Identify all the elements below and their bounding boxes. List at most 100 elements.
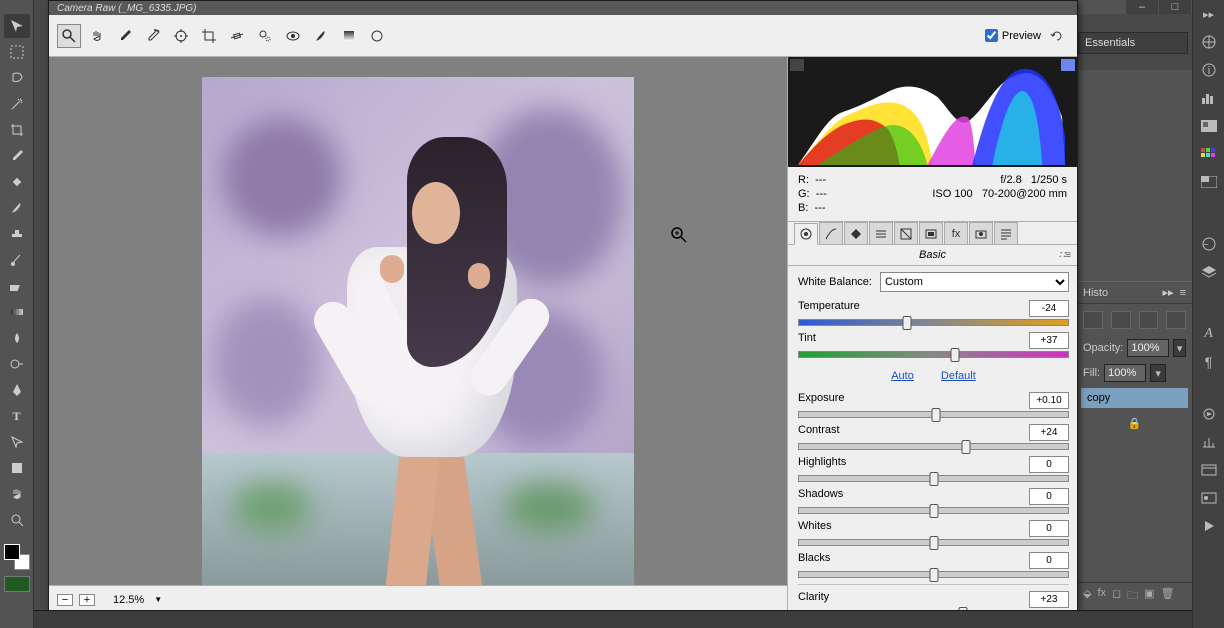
contrast-value[interactable] (1029, 424, 1069, 441)
kuler-icon[interactable] (1197, 430, 1221, 454)
highlights-thumb[interactable] (929, 472, 938, 486)
color-swatch[interactable] (4, 544, 30, 570)
channel-panel-icon[interactable] (1166, 311, 1186, 329)
highlights-value[interactable] (1029, 456, 1069, 473)
wb-select[interactable]: Custom (880, 272, 1069, 292)
properties-icon[interactable] (1197, 458, 1221, 482)
mask-icon[interactable]: ◻ (1112, 587, 1121, 606)
histogram-icon[interactable] (1197, 86, 1221, 110)
eraser-tool-icon[interactable] (4, 274, 30, 298)
fx-tab[interactable]: fx (944, 222, 968, 244)
link-layers-icon[interactable]: ⬙ (1083, 587, 1091, 606)
crop-icon[interactable] (197, 24, 221, 48)
wand-tool-icon[interactable] (4, 92, 30, 116)
history-brush-tool-icon[interactable] (4, 248, 30, 272)
zoom-ps-tool-icon[interactable] (4, 508, 30, 532)
letter-a-icon[interactable]: A (1197, 322, 1221, 346)
basic-tab[interactable] (794, 223, 818, 245)
highlights-slider[interactable] (798, 475, 1069, 482)
graduated-filter-icon[interactable] (337, 24, 361, 48)
adjustment-brush-icon[interactable] (309, 24, 333, 48)
info-icon[interactable]: i (1197, 58, 1221, 82)
detail-tab[interactable] (844, 222, 868, 244)
shadows-slider[interactable] (798, 507, 1069, 514)
blur-tool-icon[interactable] (4, 326, 30, 350)
pen-tool-icon[interactable] (4, 378, 30, 402)
curve-tab[interactable] (819, 222, 843, 244)
quickmask-toggle[interactable] (4, 576, 30, 592)
adjust-icon[interactable] (1197, 232, 1221, 256)
layer-item[interactable]: copy (1081, 388, 1188, 408)
split-tab[interactable] (894, 222, 918, 244)
presets-tab[interactable] (994, 222, 1018, 244)
zoom-icon[interactable] (57, 24, 81, 48)
contrast-thumb[interactable] (961, 440, 970, 454)
default-link[interactable]: Default (941, 370, 976, 382)
whites-thumb[interactable] (929, 536, 938, 550)
heal-tool-icon[interactable] (4, 170, 30, 194)
tint-thumb[interactable] (951, 348, 960, 362)
folder-icon[interactable]: 🗀 (1127, 587, 1138, 606)
camera-tab[interactable] (969, 222, 993, 244)
opacity-dropdown-icon[interactable]: ▾ (1173, 339, 1186, 357)
brush-presets-icon[interactable] (1197, 486, 1221, 510)
workspace-selector[interactable]: Essentials (1078, 32, 1188, 54)
dodge-tool-icon[interactable] (4, 352, 30, 376)
temperature-slider[interactable] (798, 319, 1069, 326)
navigator-icon[interactable] (1197, 30, 1221, 54)
opacity-input[interactable] (1127, 339, 1169, 357)
temperature-value[interactable] (1029, 300, 1069, 317)
paragraph-icon[interactable]: ¶ (1197, 350, 1221, 374)
exposure-slider[interactable] (798, 411, 1069, 418)
layers-shortcut-icon[interactable] (1197, 260, 1221, 284)
radial-filter-icon[interactable] (365, 24, 389, 48)
hsl-tab[interactable] (869, 222, 893, 244)
blacks-thumb[interactable] (929, 568, 938, 582)
lasso-tool-icon[interactable] (4, 66, 30, 90)
spot-removal-icon[interactable] (253, 24, 277, 48)
gradient-tool-icon[interactable] (4, 300, 30, 324)
fill-dropdown-icon[interactable]: ▾ (1150, 364, 1166, 382)
brush-tool-icon[interactable] (4, 196, 30, 220)
para-panel-icon[interactable] (1111, 311, 1131, 329)
zoom-in-button[interactable]: + (79, 594, 95, 606)
path-panel-icon[interactable] (1139, 311, 1159, 329)
shape-tool-icon[interactable] (4, 456, 30, 480)
target-adjust-icon[interactable] (169, 24, 193, 48)
tint-value[interactable] (1029, 332, 1069, 349)
fill-input[interactable] (1104, 364, 1146, 382)
path-select-tool-icon[interactable] (4, 430, 30, 454)
auto-link[interactable]: Auto (891, 370, 914, 382)
shadows-value[interactable] (1029, 488, 1069, 505)
highlight-clip-icon[interactable] (1061, 59, 1075, 71)
new-layer-icon[interactable]: ▣ (1144, 587, 1154, 606)
exposure-thumb[interactable] (932, 408, 941, 422)
tint-slider[interactable] (798, 351, 1069, 358)
hand-tool-icon[interactable] (4, 482, 30, 506)
marquee-tool-icon[interactable] (4, 40, 30, 64)
crop-tool-icon[interactable] (4, 118, 30, 142)
collapse-icon[interactable]: ▸▸ (1197, 2, 1221, 26)
fx-icon[interactable]: fx (1097, 587, 1106, 606)
zoom-level[interactable]: 12.5% (113, 594, 144, 606)
window-maximize-button[interactable]: □ (1159, 0, 1191, 14)
hand-icon[interactable] (85, 24, 109, 48)
swatches-icon[interactable] (1197, 142, 1221, 166)
panel-menu-icon[interactable]: ∷≡ (1059, 250, 1071, 261)
redeye-icon[interactable] (281, 24, 305, 48)
zoom-dropdown-icon[interactable]: ▼ (154, 595, 162, 604)
window-minimize-button[interactable]: – (1126, 0, 1158, 14)
rotate-icon[interactable] (1045, 24, 1069, 48)
color-icon[interactable] (1197, 114, 1221, 138)
eyedropper-tool-icon[interactable] (4, 144, 30, 168)
image-preview[interactable]: − + 12.5% ▼ (49, 57, 787, 613)
contrast-slider[interactable] (798, 443, 1069, 450)
whites-slider[interactable] (798, 539, 1069, 546)
exposure-value[interactable] (1029, 392, 1069, 409)
play-icon[interactable] (1197, 514, 1221, 538)
actions-icon[interactable] (1197, 402, 1221, 426)
clarity-value[interactable] (1029, 591, 1069, 608)
styles-icon[interactable] (1197, 170, 1221, 194)
color-sampler-icon[interactable] (141, 24, 165, 48)
shadow-clip-icon[interactable] (790, 59, 804, 71)
